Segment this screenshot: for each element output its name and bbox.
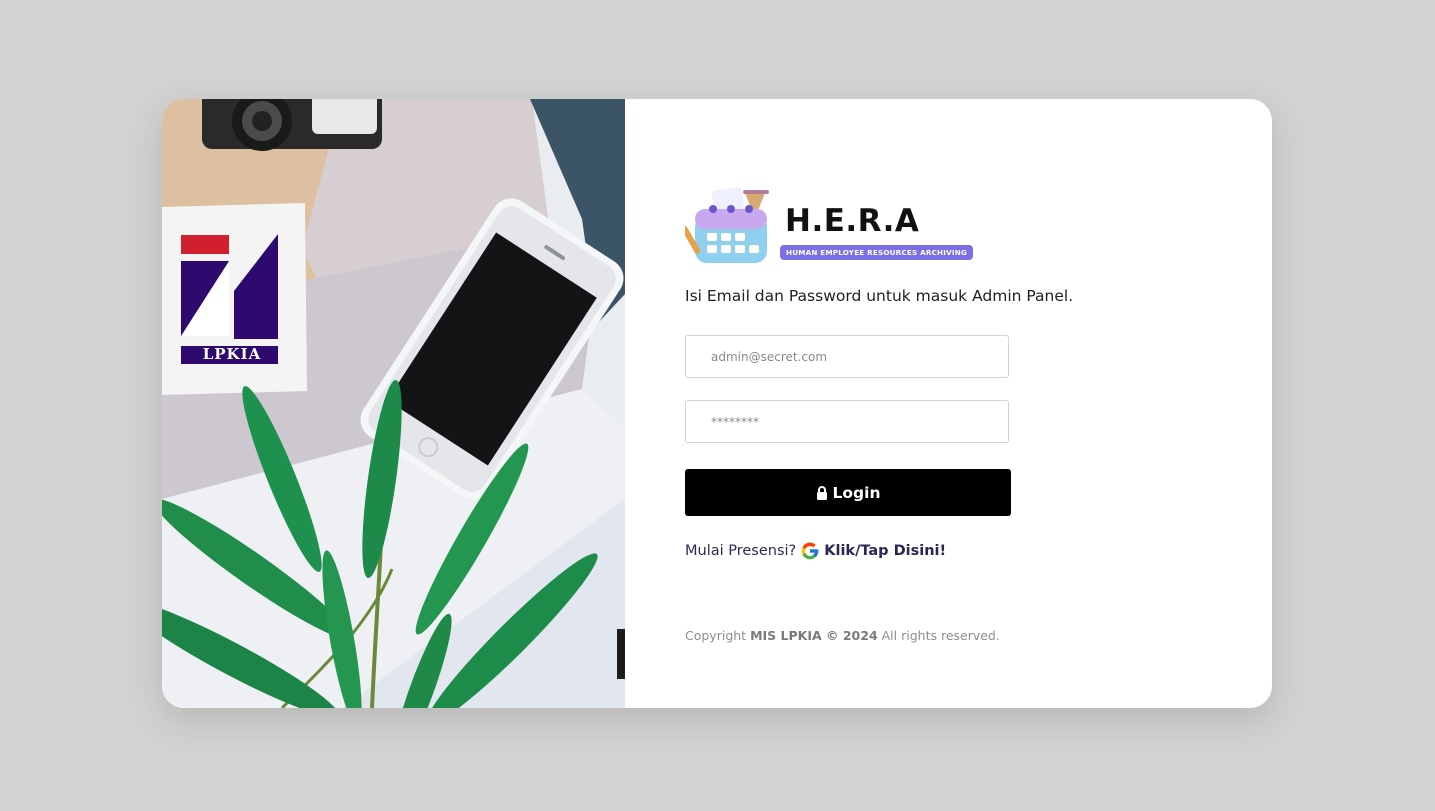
login-panel: H.E.R.A HUMAN EMPLOYEE RESOURCES ARCHIVI… bbox=[625, 99, 1272, 708]
hero-photo: LPKIA bbox=[162, 99, 625, 708]
calendar-hourglass-icon bbox=[681, 187, 777, 267]
copyright-org: MIS LPKIA © 2024 bbox=[750, 628, 878, 643]
login-button-label: Login bbox=[832, 483, 881, 502]
copyright-prefix: Copyright bbox=[685, 628, 747, 643]
presensi-row: Mulai Presensi? Klik/Tap Disini! bbox=[685, 541, 946, 561]
brand-tagline: HUMAN EMPLOYEE RESOURCES ARCHIVING bbox=[780, 245, 974, 260]
login-button[interactable]: Login bbox=[685, 469, 1011, 516]
copyright-text: Copyright MIS LPKIA © 2024 All rights re… bbox=[685, 628, 1000, 643]
email-input[interactable] bbox=[685, 335, 1009, 378]
lpkia-logo-card bbox=[162, 203, 307, 395]
lpkia-logo-text: LPKIA bbox=[202, 345, 262, 363]
login-instruction: Isi Email dan Password untuk masuk Admin… bbox=[685, 287, 1074, 305]
camera-graphic bbox=[202, 99, 382, 151]
copyright-suffix: All rights reserved. bbox=[881, 628, 1000, 643]
presensi-prefix: Mulai Presensi? bbox=[685, 543, 797, 559]
brand-name: H.E.R.A bbox=[785, 203, 920, 239]
password-input[interactable] bbox=[685, 400, 1009, 443]
login-card: LPKIA H.E.R.A HUMAN EMPLOYEE RESOURCES A… bbox=[162, 99, 1272, 708]
lock-icon bbox=[816, 485, 828, 500]
google-icon bbox=[800, 541, 820, 561]
presensi-link[interactable]: Klik/Tap Disini! bbox=[824, 543, 946, 559]
